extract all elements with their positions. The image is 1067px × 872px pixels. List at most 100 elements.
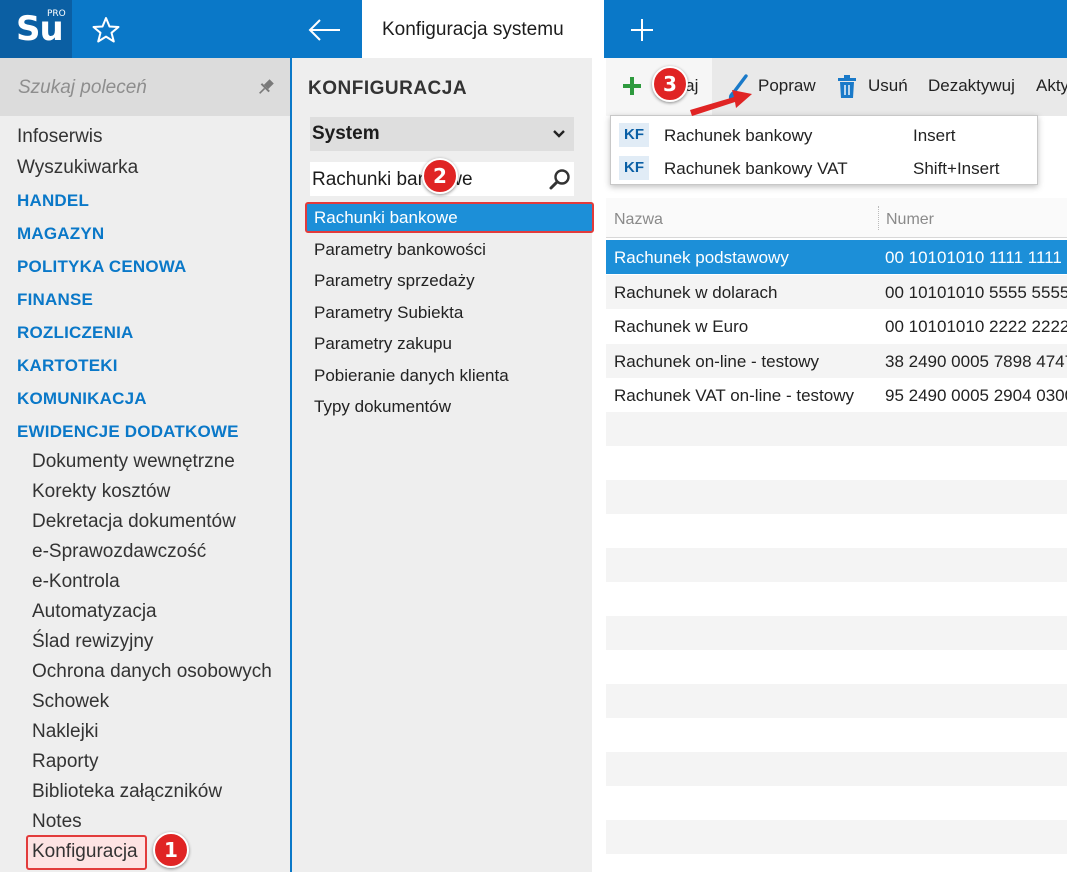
config-item-typy-dokumentow[interactable]: Typy dokumentów xyxy=(314,397,451,417)
sidebar-item-ochrona-danych[interactable]: Ochrona danych osobowych xyxy=(32,661,272,683)
deactivate-button[interactable]: Dezaktywuj xyxy=(928,76,1015,96)
sidebar-item-infoserwis[interactable]: Infoserwis xyxy=(17,126,103,148)
cell-number: 00 10101010 5555 5555 xyxy=(885,283,1067,302)
pin-icon[interactable] xyxy=(256,77,276,97)
sidebar-item-notes[interactable]: Notes xyxy=(32,811,82,833)
sidebar-item-naklejki[interactable]: Naklejki xyxy=(32,721,99,743)
config-item-parametry-subiekta[interactable]: Parametry Subiekta xyxy=(314,303,463,323)
empty-row xyxy=(606,514,1067,548)
sidebar-item-dokumenty-wewnetrzne[interactable]: Dokumenty wewnętrzne xyxy=(32,451,235,473)
sidebar-item-korekty-kosztow[interactable]: Korekty kosztów xyxy=(32,481,170,503)
table-row[interactable]: Rachunek podstawowy 00 10101010 1111 111… xyxy=(606,240,1067,274)
star-icon xyxy=(92,17,120,43)
favorites-button[interactable] xyxy=(86,13,126,47)
config-item-rachunki-bankowe[interactable]: Rachunki bankowe xyxy=(305,202,594,233)
grid-header: Nazwa Numer xyxy=(606,198,1067,238)
cell-number: 95 2490 0005 2904 0300 xyxy=(885,386,1067,405)
step-arrow xyxy=(690,90,752,116)
config-item-parametry-bankowosci[interactable]: Parametry bankowości xyxy=(314,240,486,260)
empty-row xyxy=(606,616,1067,650)
sidebar-item-automatyzacja[interactable]: Automatyzacja xyxy=(32,601,157,623)
sidebar-item-wyszukiwarka[interactable]: Wyszukiwarka xyxy=(17,157,138,179)
empty-row xyxy=(606,412,1067,446)
bank-accounts-grid: Nazwa Numer Rachunek podstawowy 00 10101… xyxy=(606,198,1067,872)
config-item-parametry-zakupu[interactable]: Parametry zakupu xyxy=(314,334,452,354)
empty-row xyxy=(606,718,1067,752)
step-badge-1: 1 xyxy=(153,832,189,868)
empty-row xyxy=(606,684,1067,718)
edit-button-label: Popraw xyxy=(758,76,816,95)
table-row[interactable]: Rachunek VAT on-line - testowy 95 2490 0… xyxy=(606,378,1067,412)
menu-item-label: Rachunek bankowy xyxy=(664,126,813,145)
arrow-left-icon xyxy=(308,19,340,41)
empty-row xyxy=(606,480,1067,514)
new-tab-button[interactable] xyxy=(624,13,660,47)
sidebar-category-finanse[interactable]: FINANSE xyxy=(17,290,93,310)
column-header-numer[interactable]: Numer xyxy=(886,211,934,229)
cell-name: Rachunek podstawowy xyxy=(614,248,789,267)
sidebar: Szukaj poleceń Infoserwis Wyszukiwarka H… xyxy=(0,58,292,872)
sidebar-item-e-kontrola[interactable]: e-Kontrola xyxy=(32,571,120,593)
plus-icon xyxy=(631,19,653,41)
kf-badge: KF xyxy=(619,156,649,180)
sidebar-item-schowek[interactable]: Schowek xyxy=(32,691,109,713)
add-plus-icon xyxy=(623,77,641,95)
menu-item-shortcut: Insert xyxy=(913,126,956,145)
menu-item-shortcut: Shift+Insert xyxy=(913,159,1000,178)
command-search-input[interactable]: Szukaj poleceń xyxy=(0,58,290,116)
kf-badge: KF xyxy=(619,123,649,147)
sidebar-category-komunikacja[interactable]: KOMUNIKACJA xyxy=(17,389,147,409)
tab-konfiguracja-systemu[interactable]: Konfiguracja systemu xyxy=(362,0,604,58)
config-item-pobieranie-danych-klienta[interactable]: Pobieranie danych klienta xyxy=(314,366,509,386)
sidebar-item-raporty[interactable]: Raporty xyxy=(32,751,99,773)
empty-row xyxy=(606,446,1067,480)
chevron-down-icon xyxy=(553,130,565,138)
table-row[interactable]: Rachunek w Euro 00 10101010 2222 2222 xyxy=(606,309,1067,343)
app-logo[interactable]: Su PRO xyxy=(0,0,72,58)
cell-number: 38 2490 0005 7898 4747 xyxy=(885,352,1067,371)
tab-title: Konfiguracja systemu xyxy=(382,19,564,40)
add-dropdown-menu: KF Rachunek bankowy Insert KF Rachunek b… xyxy=(610,115,1038,185)
sidebar-item-e-sprawozdawczosc[interactable]: e-Sprawozdawczość xyxy=(32,541,206,563)
select-value: System xyxy=(312,123,380,144)
step-badge-3: 3 xyxy=(652,66,688,102)
cell-number: 00 10101010 1111 1111 xyxy=(885,248,1062,267)
trash-icon xyxy=(838,75,856,98)
search-placeholder: Szukaj poleceń xyxy=(18,77,147,98)
sidebar-category-kartoteki[interactable]: KARTOTEKI xyxy=(17,356,118,376)
activate-button[interactable]: Akty xyxy=(1036,76,1067,96)
empty-row xyxy=(606,650,1067,684)
empty-row xyxy=(606,752,1067,786)
menu-item-rachunek-bankowy[interactable]: KF Rachunek bankowy Insert xyxy=(611,119,1039,152)
config-category-select[interactable]: System xyxy=(310,117,574,151)
cell-name: Rachunek w dolarach xyxy=(614,283,778,302)
back-button[interactable] xyxy=(298,13,350,47)
config-item-label: Rachunki bankowe xyxy=(314,208,458,227)
delete-button-label: Usuń xyxy=(868,76,908,95)
empty-row xyxy=(606,786,1067,820)
sidebar-item-konfiguracja[interactable]: Konfiguracja xyxy=(32,841,138,863)
sidebar-category-handel[interactable]: HANDEL xyxy=(17,191,89,211)
menu-item-rachunek-bankowy-vat[interactable]: KF Rachunek bankowy VAT Shift+Insert xyxy=(611,152,1039,185)
table-row[interactable]: Rachunek on-line - testowy 38 2490 0005 … xyxy=(606,344,1067,378)
table-row[interactable]: Rachunek w dolarach 00 10101010 5555 555… xyxy=(606,275,1067,309)
sidebar-item-biblioteka-zalacznikow[interactable]: Biblioteka załączników xyxy=(32,781,222,803)
search-icon[interactable] xyxy=(548,167,572,191)
config-item-parametry-sprzedazy[interactable]: Parametry sprzedaży xyxy=(314,271,475,291)
sidebar-category-polityka-cenowa[interactable]: POLITYKA CENOWA xyxy=(17,257,187,277)
cell-name: Rachunek w Euro xyxy=(614,317,749,336)
empty-row xyxy=(606,548,1067,582)
sidebar-item-dekretacja-dokumentow[interactable]: Dekretacja dokumentów xyxy=(32,511,236,533)
column-header-nazwa[interactable]: Nazwa xyxy=(614,211,663,229)
cell-number: 00 10101010 2222 2222 xyxy=(885,317,1067,336)
logo-superscript: PRO xyxy=(47,9,66,19)
sidebar-category-rozliczenia[interactable]: ROZLICZENIA xyxy=(17,323,133,343)
empty-row xyxy=(606,582,1067,616)
title-bar: Su PRO Konfiguracja systemu xyxy=(0,0,1067,58)
column-separator[interactable] xyxy=(878,206,879,230)
sidebar-category-ewidencje-dodatkowe[interactable]: EWIDENCJE DODATKOWE xyxy=(17,422,239,442)
delete-button[interactable]: Usuń xyxy=(836,58,916,116)
step-badge-2: 2 xyxy=(422,158,458,194)
sidebar-category-magazyn[interactable]: MAGAZYN xyxy=(17,224,104,244)
sidebar-item-slad-rewizyjny[interactable]: Ślad rewizyjny xyxy=(32,631,153,653)
